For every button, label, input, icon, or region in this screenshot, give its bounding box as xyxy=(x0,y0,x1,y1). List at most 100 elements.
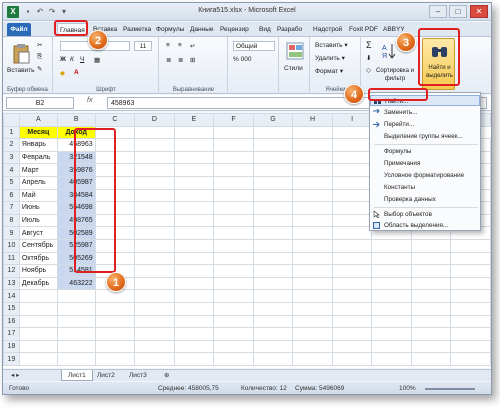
month-cell[interactable]: Ноябрь xyxy=(18,264,58,278)
sheet-tab-3[interactable]: Лист3 xyxy=(123,370,153,381)
cell[interactable] xyxy=(450,276,491,291)
cell[interactable] xyxy=(331,175,373,190)
cell[interactable] xyxy=(292,289,333,303)
cell[interactable] xyxy=(252,251,294,266)
row-header[interactable]: 7 xyxy=(3,201,20,215)
cell[interactable] xyxy=(331,352,373,366)
cell[interactable] xyxy=(450,314,491,329)
cell[interactable] xyxy=(252,213,294,228)
cell[interactable] xyxy=(213,301,254,316)
cell[interactable] xyxy=(252,264,294,278)
cell[interactable] xyxy=(331,314,373,329)
cell[interactable] xyxy=(371,339,412,354)
cell[interactable] xyxy=(331,213,373,228)
percent-icon[interactable]: % 000 xyxy=(233,56,251,63)
cell[interactable] xyxy=(331,289,373,303)
cell[interactable] xyxy=(173,163,215,177)
cell[interactable] xyxy=(252,238,294,253)
month-cell[interactable]: Январь xyxy=(18,138,58,152)
cell[interactable] xyxy=(450,289,491,303)
cell[interactable] xyxy=(213,251,254,266)
cell[interactable] xyxy=(213,226,254,240)
cell[interactable] xyxy=(292,213,333,228)
cell[interactable] xyxy=(252,327,294,341)
cell[interactable] xyxy=(173,138,215,152)
cell[interactable] xyxy=(450,251,491,266)
cell[interactable] xyxy=(292,339,333,354)
cell[interactable] xyxy=(410,264,452,278)
number-format-select[interactable]: Общий xyxy=(233,41,275,51)
cell[interactable] xyxy=(292,314,333,329)
cell[interactable] xyxy=(18,327,58,341)
paste-button[interactable]: Вставить xyxy=(7,67,35,74)
tab-foxit-pdf[interactable]: Foxit PDF xyxy=(347,23,380,36)
font-color-icon[interactable]: A xyxy=(74,69,79,76)
cell[interactable] xyxy=(173,150,215,165)
cell[interactable] xyxy=(213,188,254,203)
tab-page-layout[interactable]: Разметка xyxy=(121,23,153,36)
cell[interactable] xyxy=(173,188,215,203)
cell[interactable] xyxy=(134,226,175,240)
month-cell[interactable]: Сентябрь xyxy=(18,238,58,253)
minimize-button[interactable]: – xyxy=(429,5,447,18)
cell[interactable] xyxy=(18,352,58,366)
row-header[interactable]: 14 xyxy=(3,289,20,303)
cell[interactable] xyxy=(292,188,333,203)
format-cells-button[interactable]: Формат ▾ xyxy=(315,67,343,75)
cell[interactable] xyxy=(94,339,136,354)
cell[interactable] xyxy=(213,125,254,140)
cell[interactable] xyxy=(410,314,452,329)
cell[interactable] xyxy=(134,188,175,203)
cell[interactable] xyxy=(213,201,254,215)
row-header[interactable]: 9 xyxy=(3,226,20,240)
cell[interactable] xyxy=(331,264,373,278)
name-box[interactable]: B2 xyxy=(6,97,74,109)
align-top-icon[interactable]: ≡ xyxy=(166,42,170,49)
cell[interactable] xyxy=(213,276,254,291)
column-header-d[interactable]: D xyxy=(134,113,175,127)
cell[interactable] xyxy=(56,314,96,329)
cell[interactable] xyxy=(134,352,175,366)
row-header[interactable]: 3 xyxy=(3,150,20,165)
cell[interactable] xyxy=(371,314,412,329)
cell[interactable] xyxy=(331,251,373,266)
cell[interactable] xyxy=(134,289,175,303)
zoom-slider[interactable] xyxy=(425,388,475,390)
cell[interactable] xyxy=(213,138,254,152)
cell[interactable] xyxy=(331,226,373,240)
cell[interactable] xyxy=(134,314,175,329)
cell[interactable] xyxy=(252,314,294,329)
styles-label[interactable]: Стили xyxy=(284,65,303,72)
align-middle-icon[interactable]: ≡ xyxy=(178,42,182,49)
cell[interactable] xyxy=(213,327,254,341)
cell[interactable] xyxy=(173,276,215,291)
tab-file[interactable]: Файл xyxy=(7,23,31,36)
bold-button[interactable]: Ж xyxy=(60,56,66,63)
row-header[interactable]: 6 xyxy=(3,188,20,203)
cell[interactable] xyxy=(292,264,333,278)
cell[interactable] xyxy=(252,138,294,152)
cell[interactable] xyxy=(371,238,412,253)
wrap-text-icon[interactable]: ↵ xyxy=(190,42,195,50)
font-size-select[interactable]: 11 xyxy=(134,41,152,51)
cell[interactable] xyxy=(134,251,175,266)
fill-color-icon[interactable]: ◆ xyxy=(60,69,65,77)
cell[interactable] xyxy=(134,238,175,253)
row-header[interactable]: 17 xyxy=(3,327,20,341)
sheet-tab-2[interactable]: Лист2 xyxy=(91,370,121,381)
cell[interactable] xyxy=(371,301,412,316)
cell[interactable] xyxy=(331,339,373,354)
cell[interactable] xyxy=(410,327,452,341)
column-header-e[interactable]: E xyxy=(173,113,215,127)
month-cell[interactable]: Март xyxy=(18,163,58,177)
row-header[interactable]: 16 xyxy=(3,314,20,329)
month-cell[interactable]: Июнь xyxy=(18,201,58,215)
column-header-a[interactable]: A xyxy=(18,113,58,127)
cell[interactable] xyxy=(213,238,254,253)
cell[interactable] xyxy=(56,327,96,341)
cell[interactable] xyxy=(292,352,333,366)
cell[interactable] xyxy=(292,301,333,316)
cell[interactable] xyxy=(371,327,412,341)
tab-review[interactable]: Рецензир xyxy=(218,23,251,36)
row-header[interactable]: 10 xyxy=(3,238,20,253)
